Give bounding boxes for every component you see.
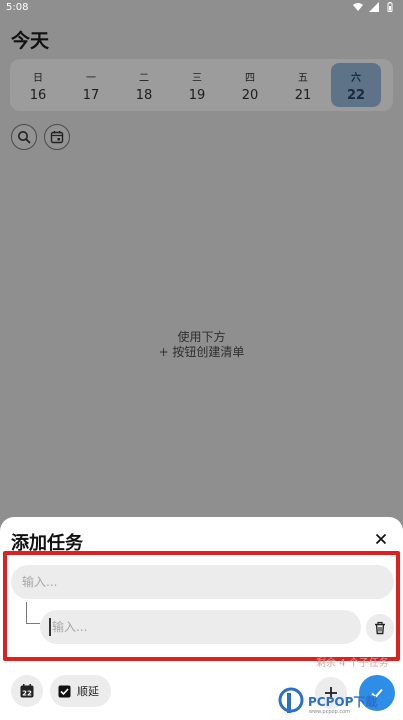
status-time: 5:08 [6,2,29,13]
remaining-subtasks-text: 剩余 4 个子任务 [316,658,389,669]
day-name: 五 [298,73,308,84]
day-name: 二 [139,73,149,84]
day-number: 18 [135,88,153,103]
day-number: 16 [29,88,47,103]
day-number: 21 [294,88,312,103]
search-button[interactable] [11,124,37,150]
page-title: 今天 [11,30,50,52]
day-number: 19 [188,88,206,103]
week-strip: 日 16 一 17 二 18 三 19 四 20 五 21 六 22 [10,59,393,111]
empty-state-hint: 使用下方 + 按钮创建清单 [0,330,403,360]
day-name: 一 [86,73,96,84]
wifi-icon [353,3,363,11]
watermark-sub: www.pcpop.com [309,709,350,715]
day-name: 六 [351,73,361,84]
empty-hint-line1: 使用下方 [177,330,226,344]
day-number: 17 [82,88,100,103]
close-icon [375,533,387,545]
day-16[interactable]: 日 16 [13,63,63,107]
close-button[interactable] [371,529,391,549]
day-name: 四 [245,73,255,84]
due-date-button[interactable]: 22 [11,675,43,707]
calendar-date-icon: 22 [20,684,34,698]
day-19[interactable]: 三 19 [172,63,222,107]
day-21[interactable]: 五 21 [278,63,328,107]
watermark-brand: PCPOP下载 [308,694,378,709]
signal-icon [369,2,379,12]
postpone-toggle[interactable]: 顺延 [50,675,111,707]
postpone-label: 顺延 [77,685,99,698]
search-icon [18,131,31,144]
day-20[interactable]: 四 20 [225,63,275,107]
battery-icon [387,2,393,12]
day-name: 日 [33,73,43,84]
annotation-highlight-box [3,551,400,661]
day-number: 22 [346,88,366,103]
day-22[interactable]: 六 22 [331,63,381,107]
day-name: 三 [192,73,202,84]
day-18[interactable]: 二 18 [119,63,169,107]
checkbox-checked-icon [58,685,71,697]
calendar-icon [50,131,64,144]
status-icons [353,2,395,12]
day-number: 20 [241,88,259,103]
status-bar: 5:08 [0,0,403,16]
empty-hint-line2: + 按钮创建清单 [158,345,245,359]
pcpop-logo-icon [278,687,304,713]
watermark-logo: PCPOP下载 www.pcpop.com [277,684,401,718]
day-17[interactable]: 一 17 [66,63,116,107]
date-chip-day: 22 [22,690,32,698]
calendar-button[interactable] [44,124,70,150]
